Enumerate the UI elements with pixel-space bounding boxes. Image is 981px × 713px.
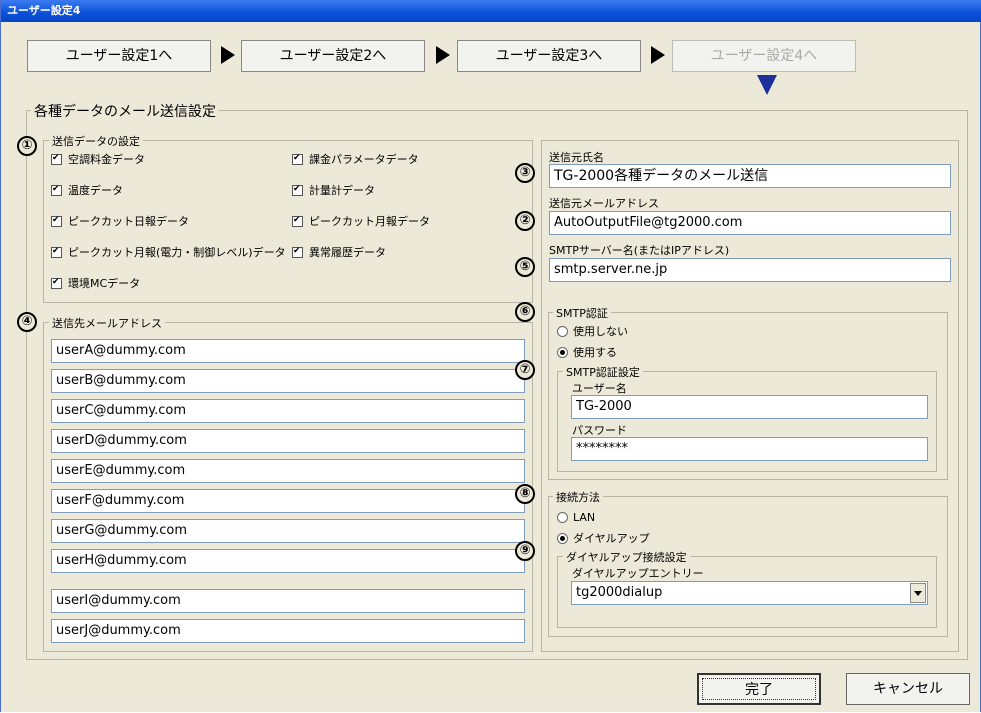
checkbox-error-history-data[interactable]: 異常履歴データ (292, 245, 386, 260)
callout-9: ⑨ (515, 541, 535, 561)
checkbox-checked-icon (292, 214, 303, 227)
checkbox-checked-icon (51, 276, 62, 289)
checkbox-checked-icon (292, 152, 303, 165)
recipient-address-field[interactable]: userE@dummy.com (51, 459, 525, 483)
checkbox-temperature-data[interactable]: 温度データ (51, 183, 123, 198)
checkbox-peak-cut-monthly-power-data[interactable]: ピークカット月報(電力・制御レベル)データ (51, 245, 286, 260)
nav-arrow-icon (221, 46, 235, 64)
recipient-address-field[interactable]: userG@dummy.com (51, 519, 525, 543)
callout-8: ⑧ (515, 484, 535, 504)
radio-label: 使用する (573, 346, 617, 359)
dialog-window: ユーザー設定4 ユーザー設定1へ ユーザー設定2へ ユーザー設定3へ ユーザー設… (0, 0, 981, 712)
connection-method-group-title: 接続方法 (553, 489, 603, 505)
dialup-entry-value: tg2000dialup (576, 585, 663, 600)
sender-address-label: 送信元メールアドレス (549, 197, 659, 210)
smtp-server-label: SMTPサーバー名(またはIPアドレス) (549, 244, 730, 257)
smtp-server-field[interactable]: smtp.server.ne.jp (549, 258, 951, 282)
checkbox-label: ピークカット月報データ (309, 215, 430, 228)
radio-label: LAN (573, 511, 596, 524)
checkbox-environment-mc-data[interactable]: 環境MCデータ (51, 276, 141, 291)
nav-user-settings-4-button: ユーザー設定4へ (672, 40, 856, 72)
callout-7: ⑦ (515, 360, 535, 380)
callout-1: ① (17, 136, 37, 156)
smtp-password-label: パスワード (572, 424, 627, 437)
sender-name-field[interactable]: TG-2000各種データのメール送信 (549, 164, 951, 188)
recipient-address-field[interactable]: userF@dummy.com (51, 489, 525, 513)
checkbox-label: 環境MCデータ (68, 277, 141, 290)
radio-unselected-icon (557, 325, 568, 337)
smtp-auth-on-radio[interactable]: 使用する (557, 346, 617, 360)
connection-lan-radio[interactable]: LAN (557, 511, 595, 525)
recipient-address-field[interactable]: userB@dummy.com (51, 369, 525, 393)
complete-button[interactable]: 完了 (697, 673, 821, 705)
dialup-entry-label: ダイヤルアップエントリー (572, 567, 704, 580)
dialup-entry-select[interactable]: tg2000dialup (571, 581, 928, 605)
checkbox-billing-parameter-data[interactable]: 課金パラメータデータ (292, 152, 419, 167)
callout-2: ② (515, 211, 535, 231)
checkbox-checked-icon (292, 245, 303, 258)
checkbox-label: 異常履歴データ (309, 246, 386, 259)
radio-selected-icon (557, 346, 568, 358)
smtp-auth-settings-group-title: SMTP認証設定 (563, 364, 643, 380)
recipients-group-title: 送信先メールアドレス (49, 315, 165, 331)
callout-3: ③ (515, 163, 535, 183)
checkbox-label: ピークカット日報データ (68, 215, 189, 228)
recipient-address-field[interactable]: userA@dummy.com (51, 339, 525, 363)
recipient-address-field[interactable]: userH@dummy.com (51, 549, 525, 573)
checkbox-peak-cut-monthly-data[interactable]: ピークカット月報データ (292, 214, 430, 229)
checkbox-meter-data[interactable]: 計量計データ (292, 183, 375, 198)
checkbox-label: 空調料金データ (68, 153, 145, 166)
nav-arrow-icon (436, 46, 450, 64)
smtp-user-field[interactable]: TG-2000 (571, 395, 928, 419)
mail-settings-group-title: 各種データのメール送信設定 (31, 101, 219, 121)
checkbox-peak-cut-daily-data[interactable]: ピークカット日報データ (51, 214, 189, 229)
dialup-settings-group-title: ダイヤルアップ接続設定 (563, 549, 690, 565)
nav-arrow-icon (651, 46, 665, 64)
send-data-group-title: 送信データの設定 (49, 133, 143, 149)
nav-user-settings-1-button[interactable]: ユーザー設定1へ (27, 40, 211, 72)
recipient-address-field[interactable]: userJ@dummy.com (51, 619, 525, 643)
checkbox-checked-icon (51, 245, 62, 258)
callout-5: ⑤ (515, 257, 535, 277)
radio-label: ダイヤルアップ (573, 532, 650, 545)
title-bar: ユーザー設定4 (1, 0, 981, 22)
recipient-address-field[interactable]: userC@dummy.com (51, 399, 525, 423)
radio-unselected-icon (557, 511, 568, 523)
callout-4: ④ (17, 312, 37, 332)
callout-6: ⑥ (515, 302, 535, 322)
checkbox-aircon-fee-data[interactable]: 空調料金データ (51, 152, 145, 167)
checkbox-label: 計量計データ (309, 184, 375, 197)
sender-name-label: 送信元氏名 (549, 151, 604, 164)
connection-dialup-radio[interactable]: ダイヤルアップ (557, 532, 650, 546)
nav-user-settings-2-button[interactable]: ユーザー設定2へ (241, 40, 425, 72)
radio-label: 使用しない (573, 325, 628, 338)
recipient-address-field[interactable]: userD@dummy.com (51, 429, 525, 453)
checkbox-checked-icon (51, 183, 62, 196)
smtp-auth-group-title: SMTP認証 (553, 305, 611, 321)
window-title: ユーザー設定4 (7, 4, 81, 17)
checkbox-checked-icon (51, 152, 62, 165)
checkbox-label: ピークカット月報(電力・制御レベル)データ (68, 246, 286, 259)
checkbox-checked-icon (51, 214, 62, 227)
smtp-password-field[interactable]: ******** (571, 437, 928, 461)
nav-user-settings-3-button[interactable]: ユーザー設定3へ (457, 40, 641, 72)
current-step-down-arrow-icon (757, 75, 777, 95)
smtp-user-label: ユーザー名 (572, 382, 627, 395)
checkbox-label: 温度データ (68, 184, 123, 197)
radio-selected-icon (557, 532, 568, 544)
chevron-down-icon[interactable] (910, 583, 926, 603)
checkbox-label: 課金パラメータデータ (309, 153, 419, 166)
sender-address-field[interactable]: AutoOutputFile@tg2000.com (549, 211, 951, 235)
smtp-auth-off-radio[interactable]: 使用しない (557, 325, 628, 339)
checkbox-checked-icon (292, 183, 303, 196)
cancel-button[interactable]: キャンセル (846, 673, 970, 705)
recipient-address-field[interactable]: userI@dummy.com (51, 589, 525, 613)
